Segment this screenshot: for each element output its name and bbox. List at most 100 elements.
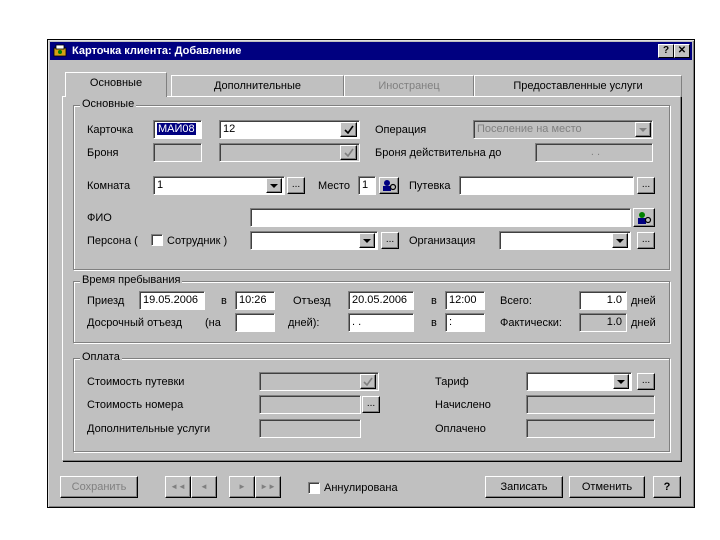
chevron-down-icon — [617, 380, 625, 384]
last-record-button[interactable]: ►► — [255, 476, 281, 498]
group-basic-legend: Основные — [80, 98, 137, 111]
save-button[interactable]: Сохранить — [60, 476, 138, 498]
total-label: Всего: — [500, 295, 532, 307]
fio-search-button[interactable] — [633, 208, 655, 227]
early-days-label: дней): — [288, 317, 320, 329]
person-label: Персона ( — [87, 235, 138, 247]
booking-valid-label: Броня действительна до — [375, 147, 502, 159]
place-search-button[interactable] — [379, 177, 399, 194]
person-dropdown-button[interactable] — [359, 233, 375, 248]
voucher-cost-label: Стоимость путевки — [87, 376, 185, 388]
tab-services[interactable]: Предоставленные услуги — [474, 75, 682, 97]
operation-select[interactable]: Поселение на место — [473, 120, 653, 139]
room-cost-browse-button[interactable]: ... — [362, 396, 380, 413]
title-bar[interactable]: Карточка клиента: Добавление ? ✕ — [50, 42, 692, 60]
employee-label: Сотрудник ) — [167, 235, 228, 247]
early-departure-label: Досрочный отъезд — [87, 317, 182, 329]
room-label: Комната — [87, 180, 131, 192]
actual-days-unit: дней — [631, 317, 656, 329]
voucher-cost-confirm-button[interactable] — [360, 374, 376, 389]
actual-label: Фактически: — [500, 317, 562, 329]
organization-label: Организация — [409, 235, 476, 247]
cancelled-label: Аннулирована — [324, 482, 398, 494]
booking-label: Броня — [87, 147, 119, 159]
person-browse-button[interactable]: ... — [381, 232, 399, 249]
departure-at-label: в — [431, 295, 437, 307]
first-record-button[interactable]: ◄◄ — [165, 476, 191, 498]
tariff-browse-button[interactable]: ... — [637, 373, 655, 390]
place-label: Место — [318, 180, 350, 192]
employee-checkbox[interactable] — [151, 234, 163, 246]
app-icon — [53, 44, 67, 57]
total-days-field[interactable]: 1.0 — [579, 291, 627, 310]
tab-basic[interactable]: Основные — [65, 72, 167, 97]
check-icon — [343, 148, 354, 158]
card-prefix-field[interactable]: МАЙ08 — [153, 120, 202, 139]
tariff-label: Тариф — [435, 376, 469, 388]
room-cost-field[interactable] — [259, 395, 361, 414]
early-na-label: (на — [205, 317, 221, 329]
early-at-label: в — [431, 317, 437, 329]
paid-label: Оплачено — [435, 423, 486, 435]
voucher-label: Путевка — [409, 180, 451, 192]
search-person-icon — [383, 180, 397, 191]
group-payment-legend: Оплата — [80, 351, 122, 364]
check-icon — [363, 377, 373, 387]
arrival-label: Приезд — [87, 295, 125, 307]
place-field[interactable]: 1 — [358, 176, 376, 195]
check-icon — [343, 125, 354, 135]
client-card-window: Карточка клиента: Добавление ? ✕ Основны… — [47, 39, 695, 508]
total-days-unit: дней — [631, 295, 656, 307]
extra-services-field[interactable] — [259, 419, 361, 438]
chevron-down-icon — [639, 128, 647, 132]
tab-foreigner[interactable]: Иностранец — [344, 75, 474, 97]
organization-browse-button[interactable]: ... — [637, 232, 655, 249]
tariff-dropdown-button[interactable] — [613, 374, 629, 389]
arrival-date-field[interactable]: 19.05.2006 — [139, 291, 205, 310]
operation-label: Операция — [375, 124, 427, 136]
booking-prefix-field[interactable] — [153, 143, 202, 162]
paid-field[interactable] — [526, 419, 655, 438]
close-button[interactable]: ✕ — [674, 44, 690, 58]
prev-record-button[interactable]: ◄ — [191, 476, 217, 498]
departure-time-field[interactable]: 12:00 — [445, 291, 485, 310]
chevron-down-icon — [363, 239, 371, 243]
early-date-field[interactable]: . . — [348, 313, 414, 332]
arrival-at-label: в — [221, 295, 227, 307]
record-button[interactable]: Записать — [485, 476, 563, 498]
booking-valid-field[interactable]: . . — [535, 143, 653, 162]
fio-field[interactable] — [250, 208, 631, 227]
booking-number-field[interactable] — [219, 143, 360, 162]
card-confirm-button[interactable] — [340, 122, 357, 137]
charged-field[interactable] — [526, 395, 655, 414]
operation-dropdown-button[interactable] — [635, 122, 651, 137]
tab-additional[interactable]: Дополнительные — [171, 75, 344, 97]
voucher-field[interactable] — [459, 176, 634, 195]
chevron-down-icon — [616, 239, 624, 243]
cancelled-checkbox[interactable] — [308, 482, 320, 494]
arrival-time-field[interactable]: 10:26 — [235, 291, 275, 310]
organization-dropdown-button[interactable] — [612, 233, 628, 248]
group-stay-legend: Время пребывания — [80, 274, 183, 287]
early-days-field[interactable] — [235, 313, 275, 332]
card-label: Карточка — [87, 124, 134, 136]
voucher-browse-button[interactable]: ... — [637, 177, 655, 194]
tab-panel: Основные Карточка МАЙ08 12 Операция Посе… — [62, 96, 681, 461]
charged-label: Начислено — [435, 399, 491, 411]
booking-confirm-button[interactable] — [340, 145, 357, 160]
departure-date-field[interactable]: 20.05.2006 — [348, 291, 414, 310]
fio-label: ФИО — [87, 212, 112, 224]
search-person-icon — [638, 212, 652, 224]
extra-services-label: Дополнительные услуги — [87, 423, 211, 435]
next-record-button[interactable]: ► — [229, 476, 255, 498]
early-time-field[interactable]: : — [445, 313, 485, 332]
departure-label: Отъезд — [293, 295, 331, 307]
room-browse-button[interactable]: ... — [287, 177, 305, 194]
actual-days-field[interactable]: 1.0 — [579, 313, 627, 332]
room-dropdown-button[interactable] — [266, 178, 282, 193]
cancel-button[interactable]: Отменить — [569, 476, 645, 498]
help-title-button[interactable]: ? — [658, 44, 674, 58]
help-button[interactable]: ? — [653, 476, 681, 498]
card-number-field[interactable]: 12 — [219, 120, 360, 139]
window-title: Карточка клиента: Добавление — [72, 45, 242, 57]
